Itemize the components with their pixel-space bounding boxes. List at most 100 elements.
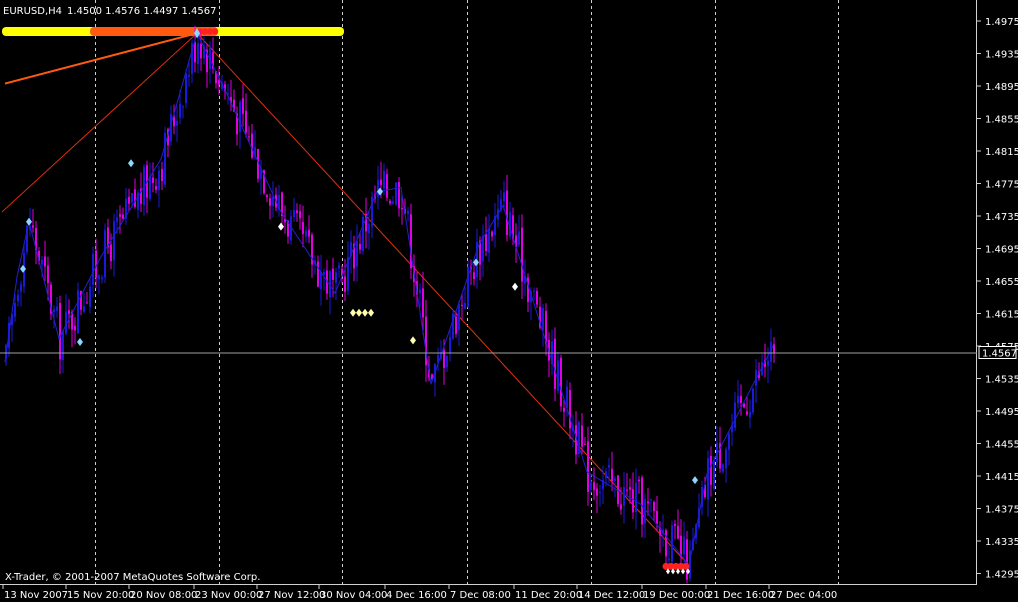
candle-body (605, 471, 607, 479)
candle-body (596, 488, 598, 496)
candle-body (560, 357, 562, 407)
price-tick-label: 1.4655 (985, 277, 1018, 288)
candle-body (626, 489, 628, 491)
price-tick-label: 1.4775 (985, 180, 1018, 191)
candle-body (251, 133, 253, 158)
candle-body (308, 229, 310, 237)
candle-body (332, 268, 334, 280)
candle-body (458, 303, 460, 330)
price-tick-label: 1.4695 (985, 245, 1018, 256)
candle-body (92, 253, 94, 285)
candle-body (767, 360, 769, 366)
candle-body (629, 487, 631, 490)
candle-body (14, 302, 16, 317)
candle-body (641, 477, 643, 525)
candle-body (749, 412, 751, 418)
candle-body (68, 310, 70, 315)
candle-body (134, 189, 136, 207)
candle (410, 203, 412, 279)
candle-body (503, 192, 505, 202)
candle-body (773, 344, 775, 353)
candle-body (41, 259, 43, 265)
candle-body (131, 193, 133, 203)
candle-body (389, 200, 391, 204)
candle-body (593, 482, 595, 491)
candle-body (359, 243, 361, 250)
price-chart[interactable]: 1.4975 1.4935 1.4895 1.4855 1.4815 1.4775 1.47… (0, 0, 1018, 602)
candle-body (668, 558, 670, 561)
candle-body (461, 304, 463, 306)
candle-body (65, 311, 67, 334)
candle-body (98, 275, 100, 280)
candle-body (44, 256, 46, 267)
candle-body (20, 284, 22, 292)
candle-body (110, 244, 112, 262)
price-tick-label: 1.4735 (985, 212, 1018, 223)
candle-body (518, 231, 520, 245)
candle-body (581, 425, 583, 447)
candle-body (104, 230, 106, 278)
time-tick-label: 21 Dec 16:00 (707, 590, 774, 601)
candle-body (86, 302, 88, 304)
candle-body (491, 231, 493, 237)
candle-body (446, 355, 448, 368)
candle-body (587, 441, 589, 492)
low-signal-dot (682, 562, 690, 570)
candle-body (725, 449, 727, 469)
time-tick-label: 11 Dec 20:00 (515, 590, 582, 601)
candle (560, 354, 562, 412)
candle-body (401, 207, 403, 209)
candle-body (713, 460, 715, 489)
candle-body (320, 271, 322, 290)
candle-body (521, 227, 523, 282)
price-tick-label: 1.4335 (985, 537, 1018, 548)
candle-body (239, 101, 241, 132)
candle-body (392, 201, 394, 204)
candle-body (584, 443, 586, 445)
candle-body (737, 396, 739, 404)
candle-body (356, 240, 358, 267)
candle-body (752, 388, 754, 413)
price-tick-label: 1.4375 (985, 505, 1018, 516)
candle-body (620, 504, 622, 510)
candle (362, 210, 364, 255)
candle-body (632, 489, 634, 513)
candle-body (266, 195, 268, 198)
candle-body (542, 307, 544, 331)
candle-body (344, 276, 346, 292)
candle-body (380, 179, 382, 186)
candle-body (116, 217, 118, 223)
candle-body (398, 182, 400, 209)
candle-body (317, 261, 319, 287)
candle-body (164, 132, 166, 185)
candle-body (506, 190, 508, 236)
candle-body (635, 482, 637, 513)
candle-body (296, 210, 298, 214)
candle-body (683, 536, 685, 555)
price-tick-label: 1.4415 (985, 472, 1018, 483)
price-tick-label: 1.4295 (985, 570, 1018, 581)
candle-body (488, 228, 490, 253)
candle-body (200, 44, 202, 59)
candle (164, 126, 166, 188)
candle-body (113, 221, 115, 261)
candle-body (650, 499, 652, 501)
candle-body (272, 196, 274, 207)
candle-body (740, 396, 742, 404)
candle-body (734, 402, 736, 428)
candle-body (173, 116, 175, 127)
candle-body (455, 316, 457, 334)
time-tick-label: 27 Nov 12:00 (258, 590, 325, 601)
candle-body (242, 98, 244, 114)
candle-body (323, 271, 325, 275)
candle-body (473, 272, 475, 279)
candle-body (536, 290, 538, 305)
level-bands (2, 27, 344, 36)
candle-body (449, 337, 451, 354)
candle-body (128, 196, 130, 204)
candle-body (74, 325, 76, 331)
candle-body (89, 286, 91, 307)
candle-body (386, 174, 388, 198)
candle-body (623, 487, 625, 506)
candle-body (395, 182, 397, 205)
